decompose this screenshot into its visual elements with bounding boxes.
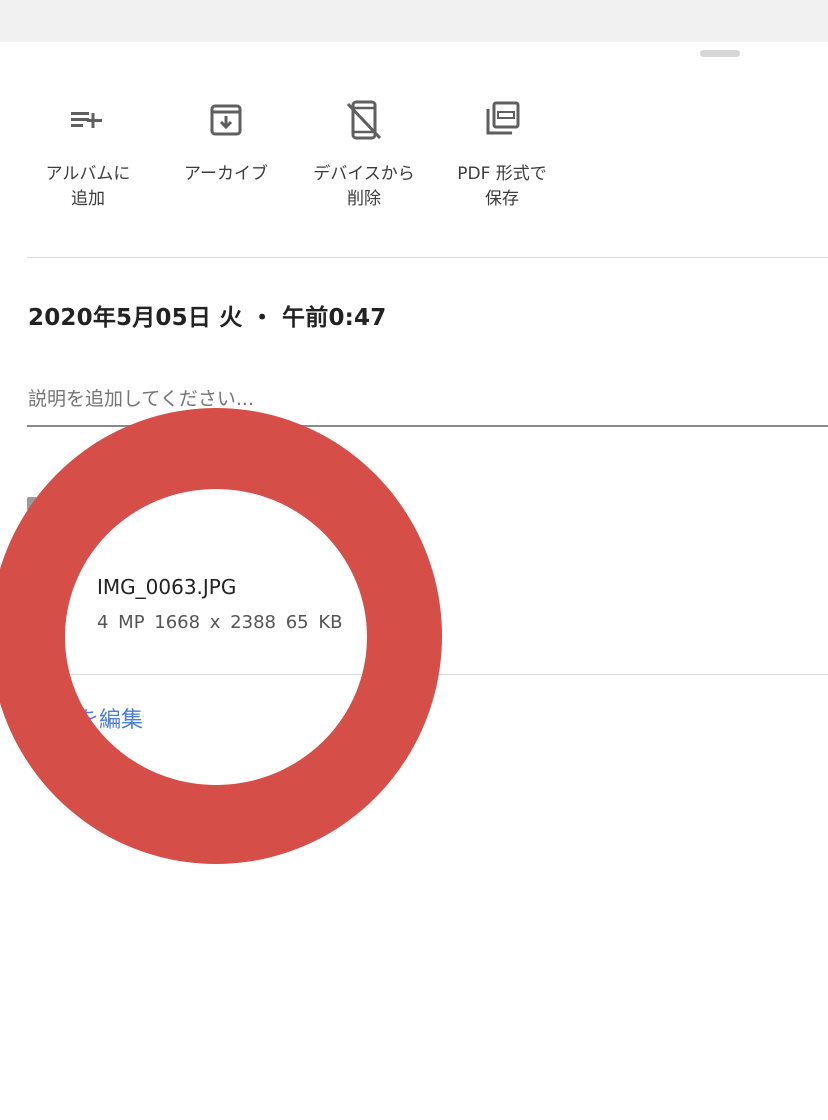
details-section-icon (27, 497, 37, 511)
playlist-add-icon (71, 112, 102, 128)
add-to-album-button[interactable]: アルバムに 追加 (23, 98, 153, 212)
top-bar (0, 0, 828, 42)
mobile-off-icon (346, 100, 382, 140)
description-input[interactable]: 説明を追加してください... (28, 384, 254, 411)
description-underline (27, 425, 828, 427)
photo-datetime: 2020年5月05日 火 ・ 午前0:47 (28, 305, 387, 331)
file-name: IMG_0063.JPG (97, 575, 237, 599)
delete-from-device-button[interactable]: デバイスから 削除 (299, 98, 429, 212)
archive-icon (210, 104, 242, 136)
file-meta: 4 MP 1668 x 2388 65 KB (97, 612, 343, 633)
delete-from-device-label: デバイスから 削除 (313, 164, 415, 209)
save-as-pdf-button[interactable]: PDF 形式で 保存 (437, 98, 567, 212)
drag-handle[interactable] (700, 50, 740, 57)
file-divider (27, 674, 828, 675)
edit-link[interactable]: を編集 (77, 702, 143, 734)
add-to-album-label: アルバムに 追加 (45, 164, 131, 209)
annotation-ring (0, 408, 442, 864)
archive-label: アーカイブ (184, 164, 268, 184)
actions-divider (27, 257, 828, 258)
pdf-icon (486, 101, 520, 135)
archive-button[interactable]: アーカイブ (161, 98, 291, 187)
save-as-pdf-label: PDF 形式で 保存 (457, 164, 547, 209)
